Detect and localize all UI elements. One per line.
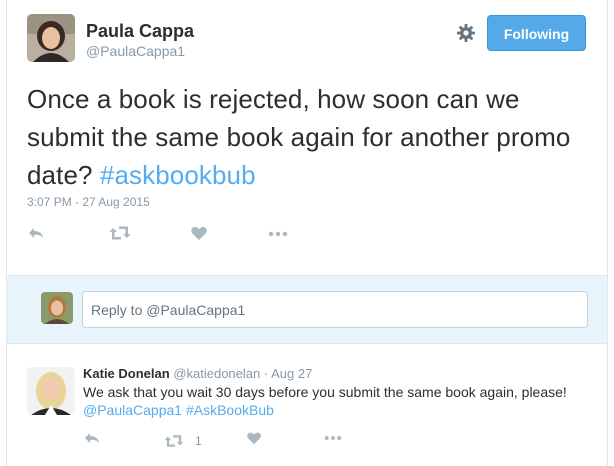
following-button[interactable]: Following xyxy=(487,15,586,51)
more-icon[interactable] xyxy=(268,224,288,246)
retweet-icon xyxy=(163,433,185,449)
retweet-count: 1 xyxy=(195,434,202,448)
reply-input[interactable]: Reply to @PaulaCappa1 xyxy=(82,291,588,328)
reply-icon[interactable] xyxy=(27,224,45,246)
tweet-timestamp[interactable]: 3:07 PM - 27 Aug 2015 xyxy=(27,195,150,209)
reply-body: We ask that you wait 30 days before you … xyxy=(83,384,567,400)
reply-compose-area: Reply to @PaulaCappa1 xyxy=(7,275,607,344)
current-user-avatar xyxy=(41,292,73,324)
hashtag-link[interactable]: #AskBookBub xyxy=(186,402,274,418)
author-avatar[interactable] xyxy=(27,14,75,62)
reply-header: Katie Donelan @katiedonelan · Aug 27 xyxy=(83,366,312,381)
hashtag-link[interactable]: #askbookbub xyxy=(100,160,256,190)
more-icon[interactable] xyxy=(323,430,343,452)
separator-dot: · xyxy=(260,366,272,381)
like-icon[interactable] xyxy=(190,224,208,246)
reply-author-avatar[interactable] xyxy=(27,367,75,415)
author-name[interactable]: Paula Cappa xyxy=(86,21,194,42)
retweet-button[interactable]: 1 xyxy=(163,430,202,452)
retweet-icon[interactable] xyxy=(109,224,131,246)
tweet-text: Once a book is rejected, how soon can we… xyxy=(27,80,587,194)
like-icon[interactable] xyxy=(245,430,263,452)
reply-author-name[interactable]: Katie Donelan xyxy=(83,366,170,381)
mention-link[interactable]: @PaulaCappa1 xyxy=(83,402,182,418)
reply-icon[interactable] xyxy=(83,430,101,452)
author-handle[interactable]: @PaulaCappa1 xyxy=(86,43,185,59)
gear-icon[interactable] xyxy=(456,23,476,43)
reply-date[interactable]: Aug 27 xyxy=(271,366,312,381)
reply-author-handle[interactable]: @katiedonelan xyxy=(173,366,260,381)
reply-text: We ask that you wait 30 days before you … xyxy=(83,383,603,419)
